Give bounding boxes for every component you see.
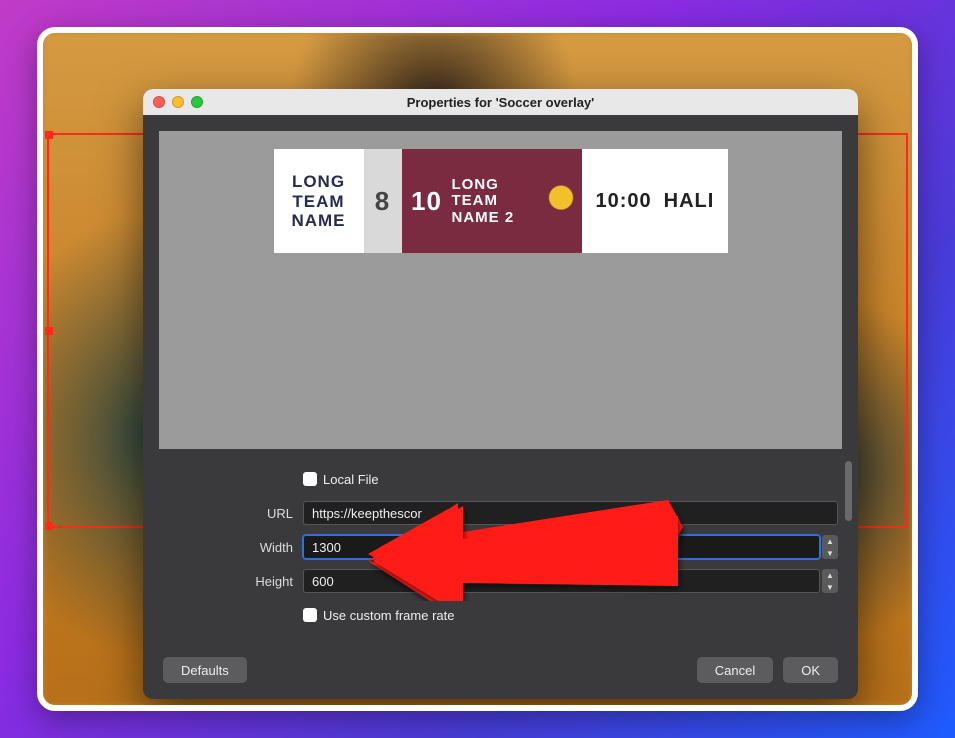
background-frame: Properties for 'Soccer overlay' LONG TEA… [37,27,918,711]
cancel-button[interactable]: Cancel [697,657,773,683]
game-clock-block: 10:00 HALI [582,149,728,253]
team2-name: LONG TEAM NAME 2 [452,177,540,227]
chevron-down-icon[interactable]: ▼ [822,547,838,559]
height-stepper[interactable]: ▲ ▼ [822,569,838,593]
width-label: Width [163,540,303,555]
dialog-footer: Defaults Cancel OK [143,645,858,699]
url-label: URL [163,506,303,521]
local-file-label: Local File [323,472,379,487]
custom-frame-rate-checkbox[interactable] [303,608,317,622]
local-file-checkbox[interactable] [303,472,317,486]
team2-block: 10 LONG TEAM NAME 2 [402,149,582,253]
width-input[interactable] [303,535,820,559]
height-label: Height [163,574,303,589]
shield-icon [546,184,576,218]
resize-handle[interactable] [45,522,53,530]
chevron-up-icon[interactable]: ▲ [822,535,838,547]
height-input[interactable] [303,569,820,593]
team1-name: LONG TEAM NAME [274,149,364,253]
resize-handle[interactable] [45,327,53,335]
defaults-button[interactable]: Defaults [163,657,247,683]
properties-dialog: Properties for 'Soccer overlay' LONG TEA… [143,89,858,699]
width-stepper[interactable]: ▲ ▼ [822,535,838,559]
custom-frame-rate-label: Use custom frame rate [323,608,455,623]
team2-score: 10 [408,186,446,217]
game-time: 10:00 [596,190,652,213]
ok-button[interactable]: OK [783,657,838,683]
browser-source-preview: LONG TEAM NAME 8 10 LONG TEAM NAME 2 10:… [159,131,842,449]
scoreboard-overlay: LONG TEAM NAME 8 10 LONG TEAM NAME 2 10:… [274,149,728,253]
chevron-up-icon[interactable]: ▲ [822,569,838,581]
window-title: Properties for 'Soccer overlay' [143,95,858,110]
url-input[interactable] [303,501,838,525]
team1-score: 8 [364,149,402,253]
resize-handle[interactable] [45,131,53,139]
titlebar: Properties for 'Soccer overlay' [143,89,858,115]
scrollbar[interactable] [845,461,852,521]
game-period: HALI [664,190,715,213]
chevron-down-icon[interactable]: ▼ [822,581,838,593]
form-area: Local File URL Width ▲ ▼ Height ▲ ▼ [143,457,858,645]
